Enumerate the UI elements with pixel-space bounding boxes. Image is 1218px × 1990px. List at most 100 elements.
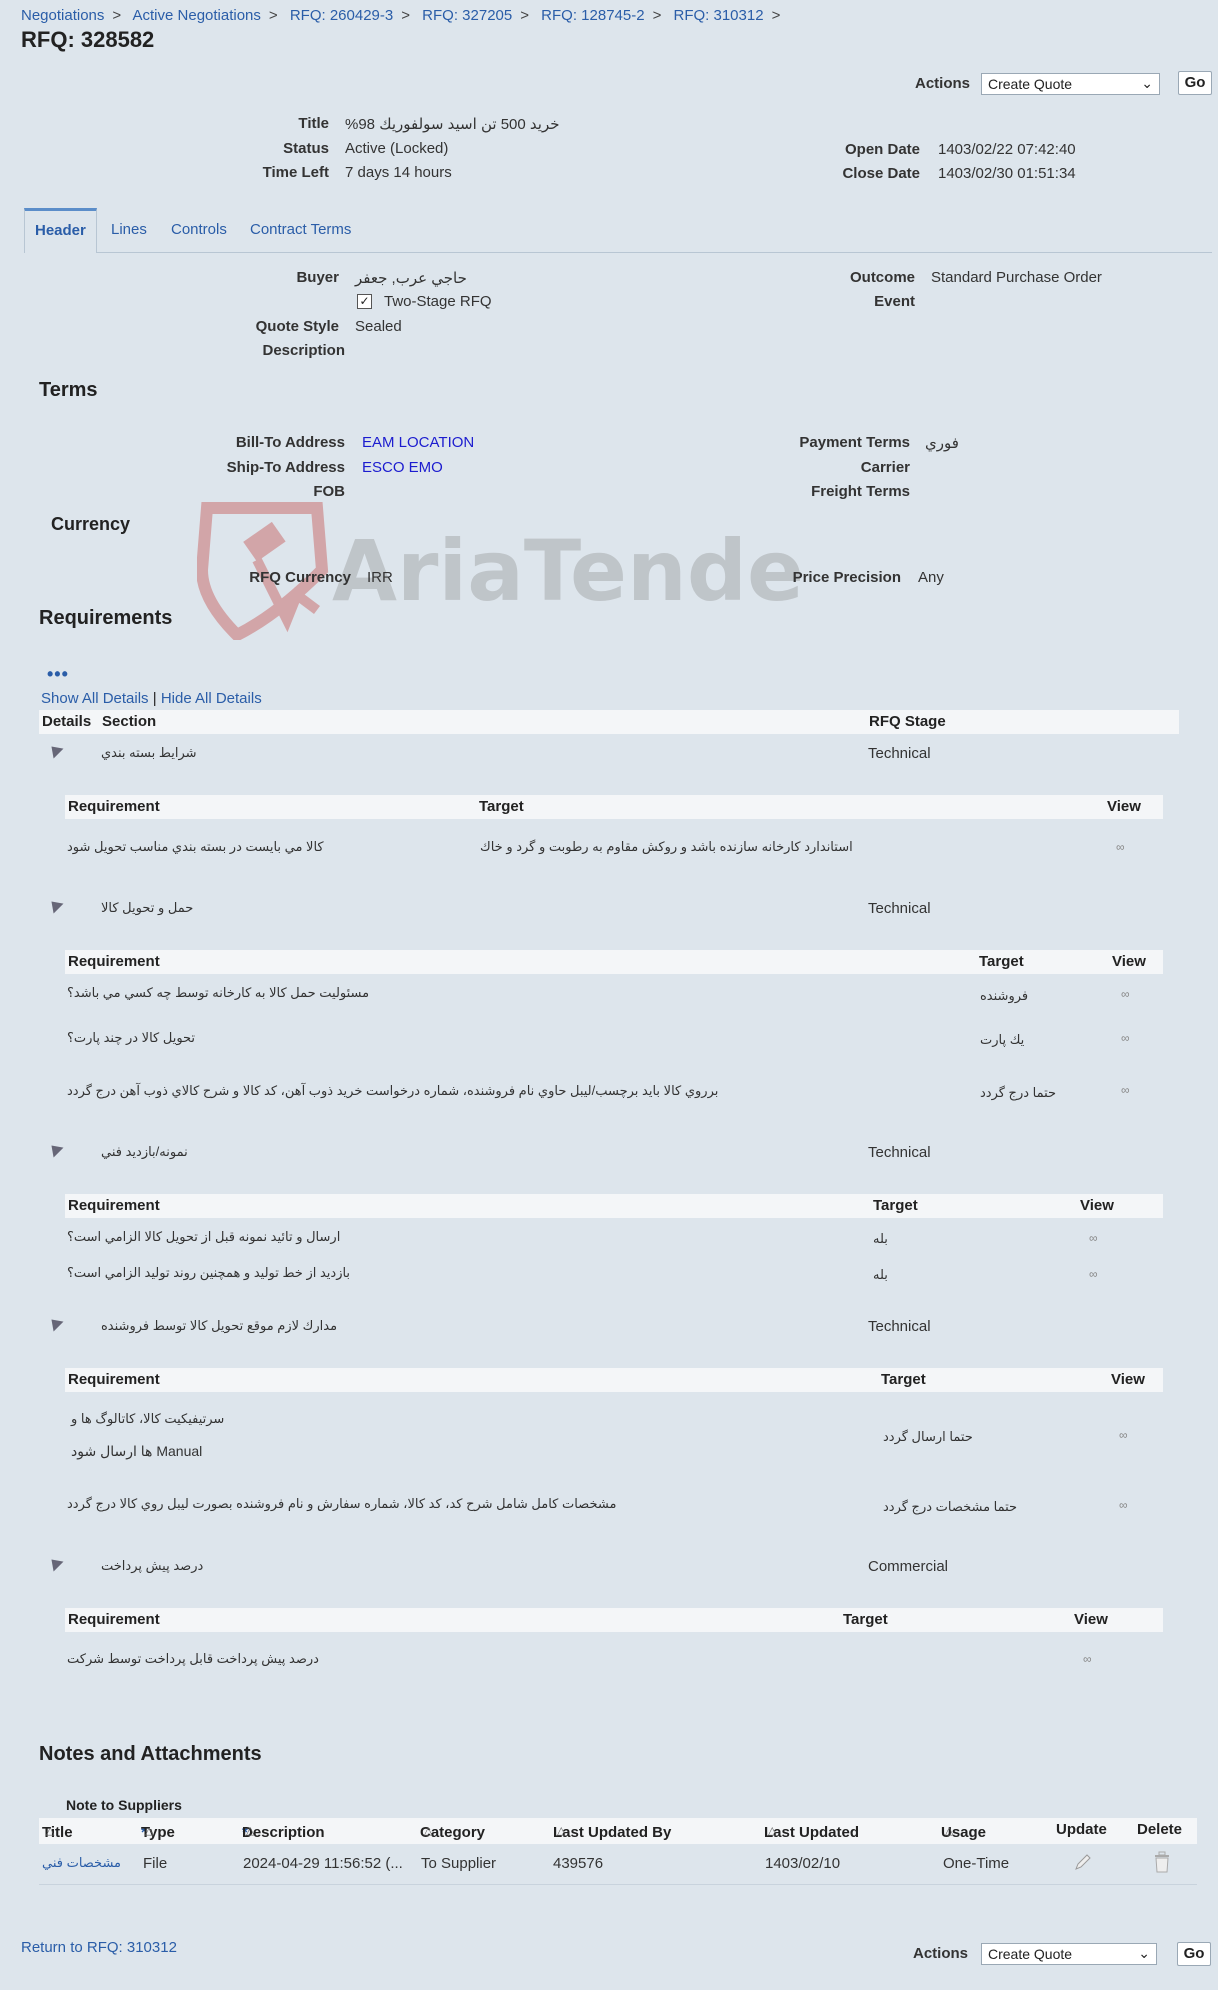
target-cell: يك پارت xyxy=(980,1032,1025,1047)
col-requirement: Requirement xyxy=(68,1197,160,1214)
chevron-down-icon: ⌄ xyxy=(1141,75,1153,91)
currency-heading: Currency xyxy=(51,514,131,534)
fob-label: FOB xyxy=(313,483,345,500)
attachment-usage: One-Time xyxy=(943,1855,1010,1872)
buyer-value: حاجي عرب, جعفر xyxy=(355,270,467,287)
open-date-label: Open Date xyxy=(844,141,920,158)
target-cell: حتما ارسال گردد xyxy=(883,1429,973,1444)
details-toggle: Show All Details | Hide All Details xyxy=(41,690,262,707)
col-target: Target xyxy=(479,798,524,815)
payment-terms-label: Payment Terms xyxy=(799,434,910,451)
tab-contract-terms[interactable]: Contract Terms xyxy=(250,208,351,252)
close-date-value: 1403/02/30 01:51:34 xyxy=(938,165,1076,182)
breadcrumb-negotiations[interactable]: Negotiations xyxy=(21,7,104,24)
requirements-table-header: Details Section RFQ Stage xyxy=(39,710,1179,734)
tab-controls[interactable]: Controls xyxy=(171,208,227,252)
breadcrumb-rfq-310312[interactable]: RFQ: 310312 xyxy=(674,7,764,24)
attachment-row: مشخصات فني File 2024-04-29 11:56:52 (...… xyxy=(39,1844,1197,1885)
price-precision-label: Price Precision xyxy=(792,569,901,586)
buyer-label: Buyer xyxy=(296,269,339,286)
close-date-label: Close Date xyxy=(842,165,920,182)
hide-all-details-link[interactable]: Hide All Details xyxy=(161,690,262,707)
requirement-subtable-header: Requirement Target View xyxy=(65,795,1163,819)
event-label: Event xyxy=(874,293,915,310)
section-name: درصد پيش پرداخت xyxy=(101,1558,204,1573)
return-to-rfq-link[interactable]: Return to RFQ: 310312 xyxy=(21,1939,177,1956)
requirement-subtable-header: Requirement Target View xyxy=(65,1608,1163,1632)
requirement-cell: ارسال و تائيد نمونه قبل از تحويل كالا ال… xyxy=(67,1229,341,1244)
attachment-category: To Supplier xyxy=(421,1855,497,1872)
col-requirement: Requirement xyxy=(68,1371,160,1388)
col-delete: Delete xyxy=(1137,1821,1183,1838)
breadcrumb-rfq-260429-3[interactable]: RFQ: 260429-3 xyxy=(290,7,393,24)
attachment-description: 2024-04-29 11:56:52 (... xyxy=(243,1855,403,1872)
view-glasses-icon[interactable]: ∞ xyxy=(1119,1428,1127,1442)
description-label: Description xyxy=(262,342,345,359)
breadcrumb-rfq-327205[interactable]: RFQ: 327205 xyxy=(422,7,512,24)
target-cell: فروشنده xyxy=(980,988,1029,1003)
title-label: Title xyxy=(298,115,329,132)
trash-icon[interactable] xyxy=(1153,1851,1171,1873)
collapse-section-icon[interactable] xyxy=(46,1140,64,1158)
section-name: شرايط بسته بندي xyxy=(101,745,197,760)
terms-heading: Terms xyxy=(39,379,98,401)
col-requirement: Requirement xyxy=(68,953,160,970)
breadcrumb-rfq-128745-2[interactable]: RFQ: 128745-2 xyxy=(541,7,644,24)
actions-label-bottom: Actions xyxy=(912,1945,968,1962)
view-glasses-icon[interactable]: ∞ xyxy=(1089,1267,1097,1281)
notes-heading: Notes and Attachments xyxy=(39,1743,262,1765)
col-target: Target xyxy=(979,953,1024,970)
collapse-section-icon[interactable] xyxy=(46,741,64,759)
collapse-section-icon[interactable] xyxy=(46,1554,64,1572)
link-divider: | xyxy=(152,690,157,707)
view-glasses-icon[interactable]: ∞ xyxy=(1083,1652,1091,1666)
section-name: نمونه/بازديد فني xyxy=(101,1144,188,1159)
note-to-suppliers-label: Note to Suppliers xyxy=(66,1797,182,1813)
pencil-icon[interactable] xyxy=(1073,1852,1093,1872)
breadcrumb-active-negotiations[interactable]: Active Negotiations xyxy=(133,7,261,24)
two-stage-checkbox[interactable]: ✓ xyxy=(357,294,372,309)
price-precision-value: Any xyxy=(918,569,944,586)
tab-header[interactable]: Header xyxy=(24,208,97,253)
go-button-bottom[interactable]: Go xyxy=(1177,1942,1211,1966)
section-stage: Technical xyxy=(868,745,931,762)
page-title: RFQ: 328582 xyxy=(21,27,155,52)
time-left-label: Time Left xyxy=(262,164,329,181)
carrier-label: Carrier xyxy=(860,459,910,476)
outcome-value: Standard Purchase Order xyxy=(931,269,1102,286)
ship-to-link[interactable]: ESCO EMO xyxy=(362,459,443,476)
actions-select[interactable]: Create Quote ⌄ xyxy=(981,73,1160,95)
requirement-cell-line2: Manual ها ارسال شود xyxy=(71,1443,203,1459)
view-glasses-icon[interactable]: ∞ xyxy=(1121,1031,1129,1045)
rfq-currency-label: RFQ Currency xyxy=(249,569,351,586)
tab-lines[interactable]: Lines xyxy=(111,208,147,252)
col-view: View xyxy=(1080,1197,1114,1214)
view-glasses-icon[interactable]: ∞ xyxy=(1121,987,1129,1001)
view-glasses-icon[interactable]: ∞ xyxy=(1119,1498,1127,1512)
attachment-type: File xyxy=(143,1855,168,1872)
show-all-details-link[interactable]: Show All Details xyxy=(41,690,149,707)
outcome-label: Outcome xyxy=(849,269,915,286)
go-button[interactable]: Go xyxy=(1178,71,1212,95)
section-stage: Technical xyxy=(868,900,931,917)
collapse-section-icon[interactable] xyxy=(46,1314,64,1332)
quote-style-label: Quote Style xyxy=(255,318,339,335)
requirement-cell: كالا مي بايست در بسته بندي مناسب تحويل ش… xyxy=(67,839,324,854)
rfq-currency-value: IRR xyxy=(367,569,393,586)
more-options-icon[interactable]: ••• xyxy=(47,664,69,685)
view-glasses-icon[interactable]: ∞ xyxy=(1121,1083,1129,1097)
collapse-section-icon[interactable] xyxy=(46,896,64,914)
bill-to-link[interactable]: EAM LOCATION xyxy=(362,434,474,451)
actions-select-bottom[interactable]: Create Quote ⌄ xyxy=(981,1943,1157,1965)
col-view: View xyxy=(1112,953,1146,970)
requirement-cell: درصد پيش پرداخت قابل پرداخت توسط شركت xyxy=(67,1651,319,1666)
attachment-title-link[interactable]: مشخصات فني xyxy=(42,1855,121,1871)
time-left-value: 7 days 14 hours xyxy=(345,164,452,181)
col-requirement: Requirement xyxy=(68,1611,160,1628)
requirement-subtable-header: Requirement Target View xyxy=(65,1194,1163,1218)
ship-to-label: Ship-To Address xyxy=(226,459,345,476)
tab-bar: Header Lines Controls Contract Terms xyxy=(24,208,1212,253)
view-glasses-icon[interactable]: ∞ xyxy=(1116,840,1124,854)
freight-terms-label: Freight Terms xyxy=(811,483,910,500)
view-glasses-icon[interactable]: ∞ xyxy=(1089,1231,1097,1245)
